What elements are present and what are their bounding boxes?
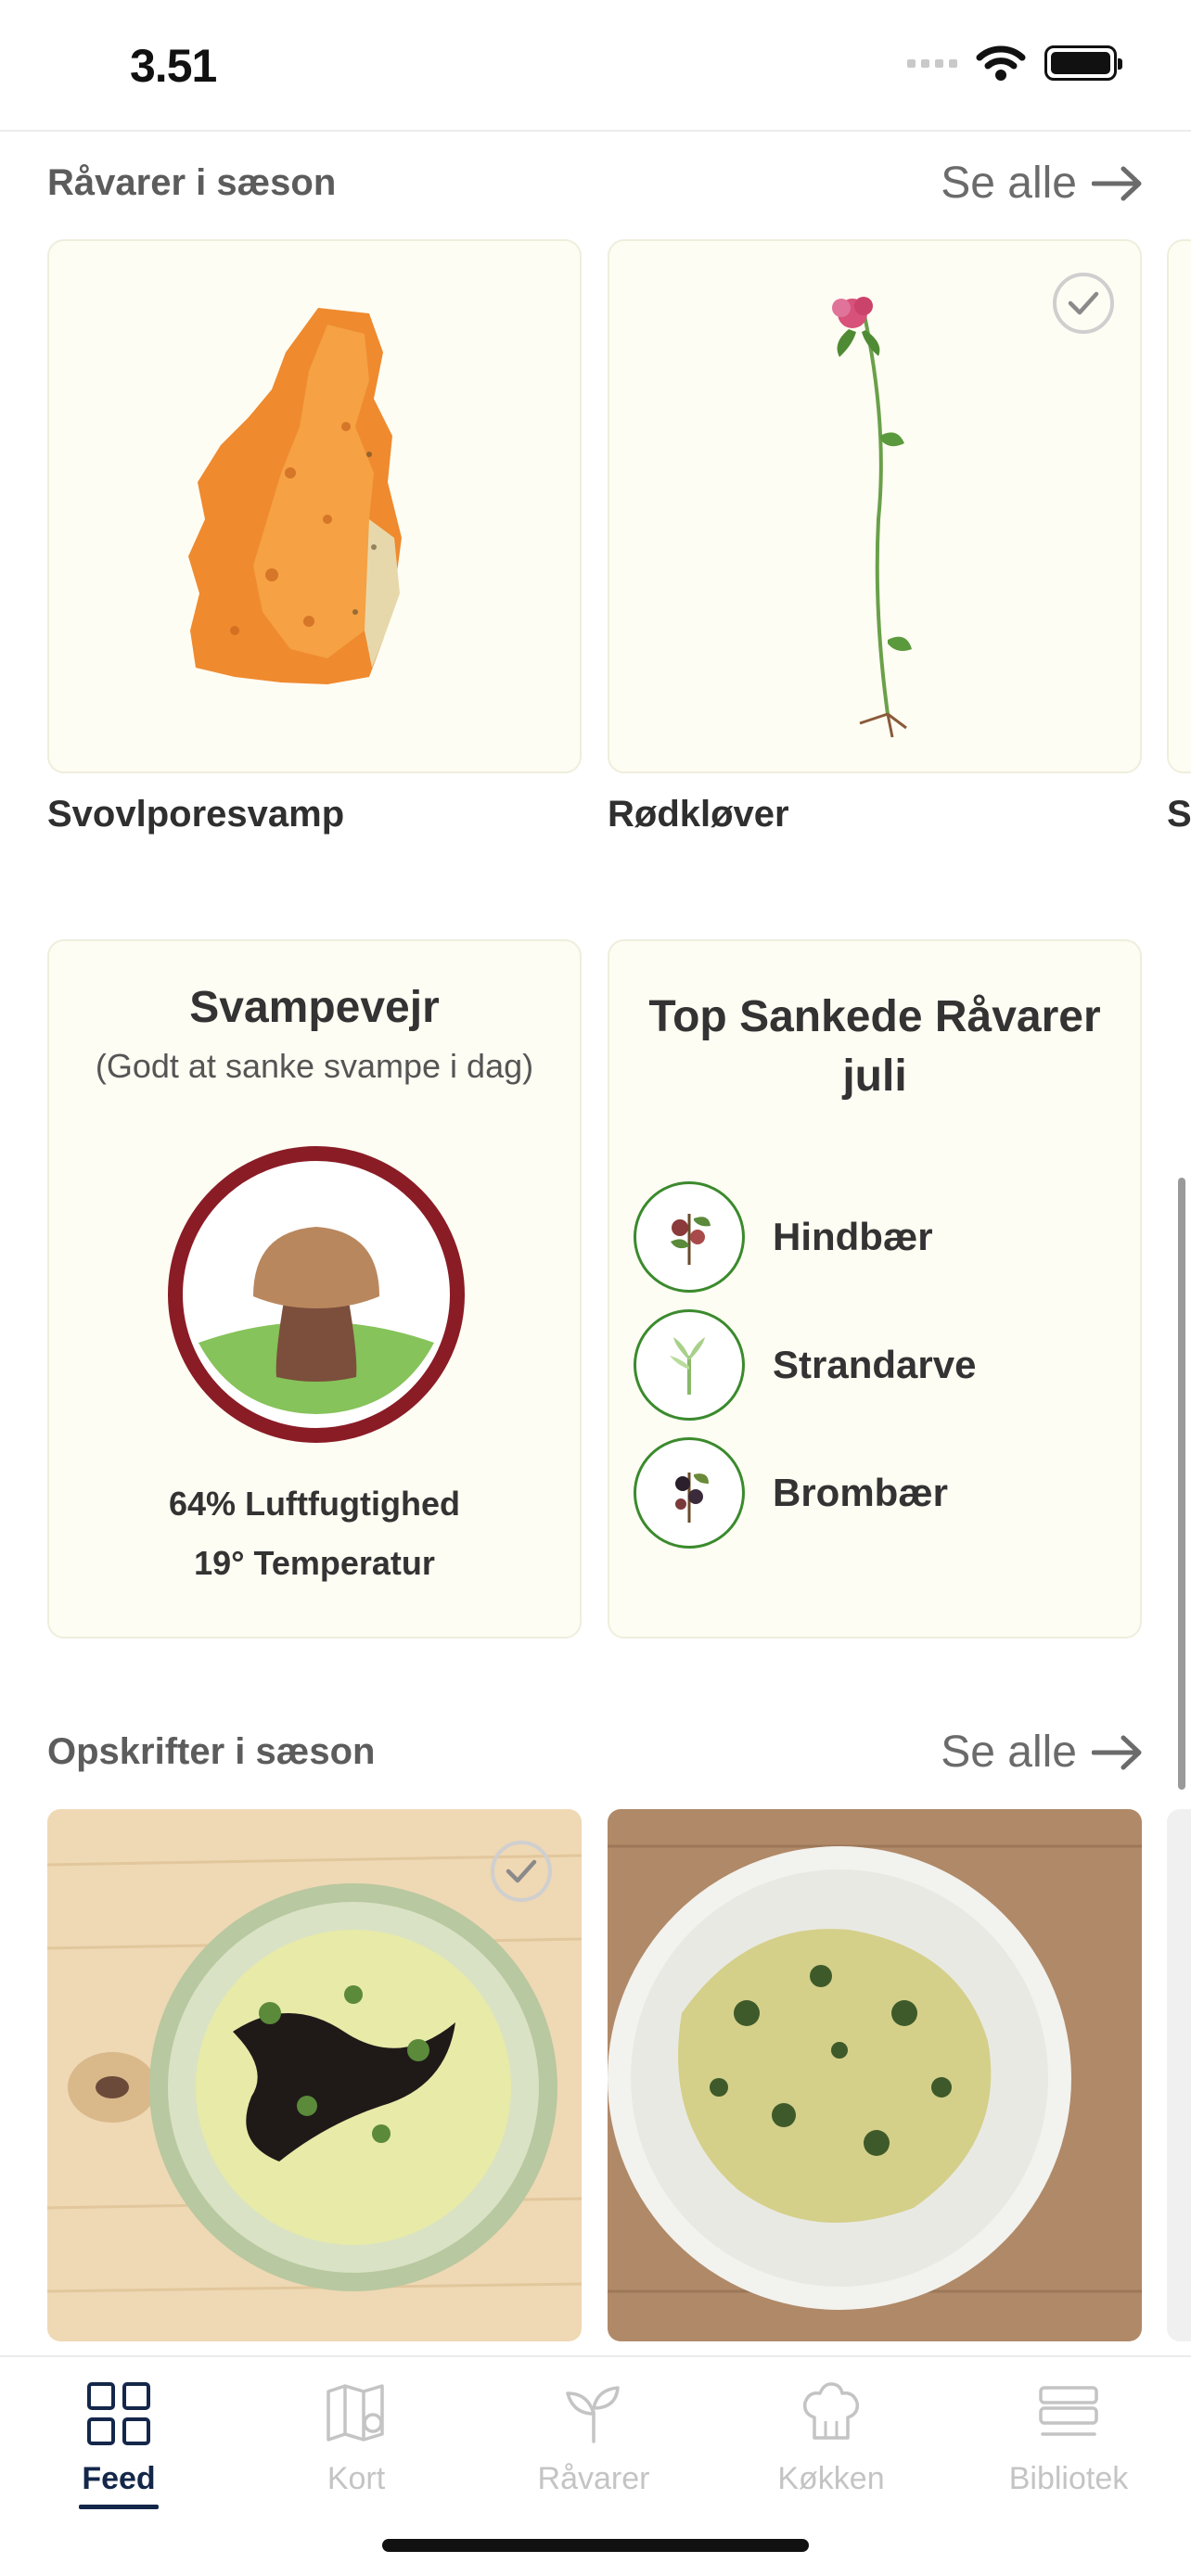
weather-subtitle: (Godt at sanke svampe i dag) xyxy=(95,1047,534,1085)
status-bar: 3.51 xyxy=(0,0,1191,132)
top-foraged-name: Strandarve xyxy=(773,1343,977,1386)
top-foraged-name: Hindbær xyxy=(773,1215,933,1258)
home-indicator xyxy=(382,2539,809,2552)
humidity-readout: 64% Luftfugtighed xyxy=(169,1485,460,1523)
produce-card-svovlporesvamp[interactable] xyxy=(47,239,582,773)
tab-feed[interactable]: Feed xyxy=(26,2378,211,2509)
section-title: Råvarer i sæson xyxy=(47,162,337,203)
top-foraged-name: Brombær xyxy=(773,1471,949,1514)
arrow-right-icon xyxy=(1092,1735,1142,1769)
blackberry-icon xyxy=(675,1473,709,1523)
top-foraged-card[interactable]: Top Sankede Råvarer juli Hindbær Stranda… xyxy=(608,939,1142,1639)
raspberry-thumbnail xyxy=(634,1181,745,1293)
top-foraged-item-brombaer[interactable]: Brombær xyxy=(634,1436,1121,1549)
see-all-label: Se alle xyxy=(941,1728,1077,1777)
status-icons xyxy=(907,45,1122,82)
checkmark-icon xyxy=(506,1859,537,1883)
grid-icon xyxy=(87,2382,150,2445)
produce-label: S xyxy=(1167,794,1191,835)
tab-kokken[interactable]: Køkken xyxy=(738,2378,924,2497)
checked-badge[interactable] xyxy=(491,1841,552,1902)
tab-label: Feed xyxy=(82,2461,156,2496)
map-icon xyxy=(327,2384,384,2442)
see-all-label: Se alle xyxy=(941,159,1077,208)
chef-hat-icon xyxy=(802,2382,860,2440)
battery-icon xyxy=(1044,45,1122,81)
mushroom-weather-icon xyxy=(168,1146,465,1443)
see-all-recipes-link[interactable]: Se alle xyxy=(941,1727,1144,1778)
produce-label: Svovlporesvamp xyxy=(47,794,345,835)
sprout-icon xyxy=(566,2386,620,2443)
sulphur-shelf-image xyxy=(188,308,402,684)
seasonal-recipes-header: Opskrifter i sæson Se alle xyxy=(47,1727,1144,1778)
cellular-signal-icon xyxy=(907,58,957,68)
tab-ravarer[interactable]: Råvarer xyxy=(501,2378,686,2497)
produce-label: Rødkløver xyxy=(608,794,789,835)
app-screen: 3.51 Råvarer i sæson Se alle Svovlporesv… xyxy=(0,0,1191,2576)
blackberry-thumbnail xyxy=(634,1437,745,1549)
see-all-produce-link[interactable]: Se alle xyxy=(941,158,1144,209)
seasonal-produce-header: Råvarer i sæson Se alle xyxy=(47,158,1144,209)
recipe-card[interactable] xyxy=(47,1809,582,2341)
scroll-indicator[interactable] xyxy=(1178,1178,1185,1790)
tab-label: Kort xyxy=(327,2461,386,2496)
tab-label: Køkken xyxy=(777,2461,885,2496)
tab-label: Bibliotek xyxy=(1008,2461,1129,2496)
tab-bibliotek[interactable]: Bibliotek xyxy=(976,2378,1161,2497)
produce-card-rodklover[interactable] xyxy=(608,239,1142,773)
weather-title: Svampevejr xyxy=(189,983,440,1032)
checkmark-icon xyxy=(1068,291,1099,315)
top-foraged-title: Top Sankede Råvarer juli xyxy=(648,992,1101,1101)
temperature-readout: 19° Temperatur xyxy=(194,1544,435,1582)
section-title: Opskrifter i sæson xyxy=(47,1731,376,1772)
library-stack-icon xyxy=(1039,2386,1098,2436)
top-foraged-item-hindbaer[interactable]: Hindbær xyxy=(634,1180,1121,1294)
recipe-card-partial[interactable] xyxy=(1167,1809,1191,2341)
sea-sandwort-thumbnail xyxy=(634,1309,745,1421)
mushroom-weather-card[interactable]: Svampevejr (Godt at sanke svampe i dag) … xyxy=(47,939,582,1639)
top-foraged-item-strandarve[interactable]: Strandarve xyxy=(634,1308,1121,1422)
sea-sandwort-icon xyxy=(670,1337,705,1395)
pasta-dish-image xyxy=(608,1809,1142,2341)
wifi-icon xyxy=(976,45,1026,81)
tab-label: Råvarer xyxy=(537,2461,650,2496)
produce-card-partial[interactable] xyxy=(1167,239,1191,773)
checked-badge[interactable] xyxy=(1053,273,1114,334)
tab-kort[interactable]: Kort xyxy=(263,2378,449,2497)
arrow-right-icon xyxy=(1092,166,1142,200)
active-tab-indicator xyxy=(79,2505,159,2509)
recipe-card[interactable] xyxy=(608,1809,1142,2341)
status-time: 3.51 xyxy=(130,40,217,92)
raspberry-icon xyxy=(671,1214,711,1265)
